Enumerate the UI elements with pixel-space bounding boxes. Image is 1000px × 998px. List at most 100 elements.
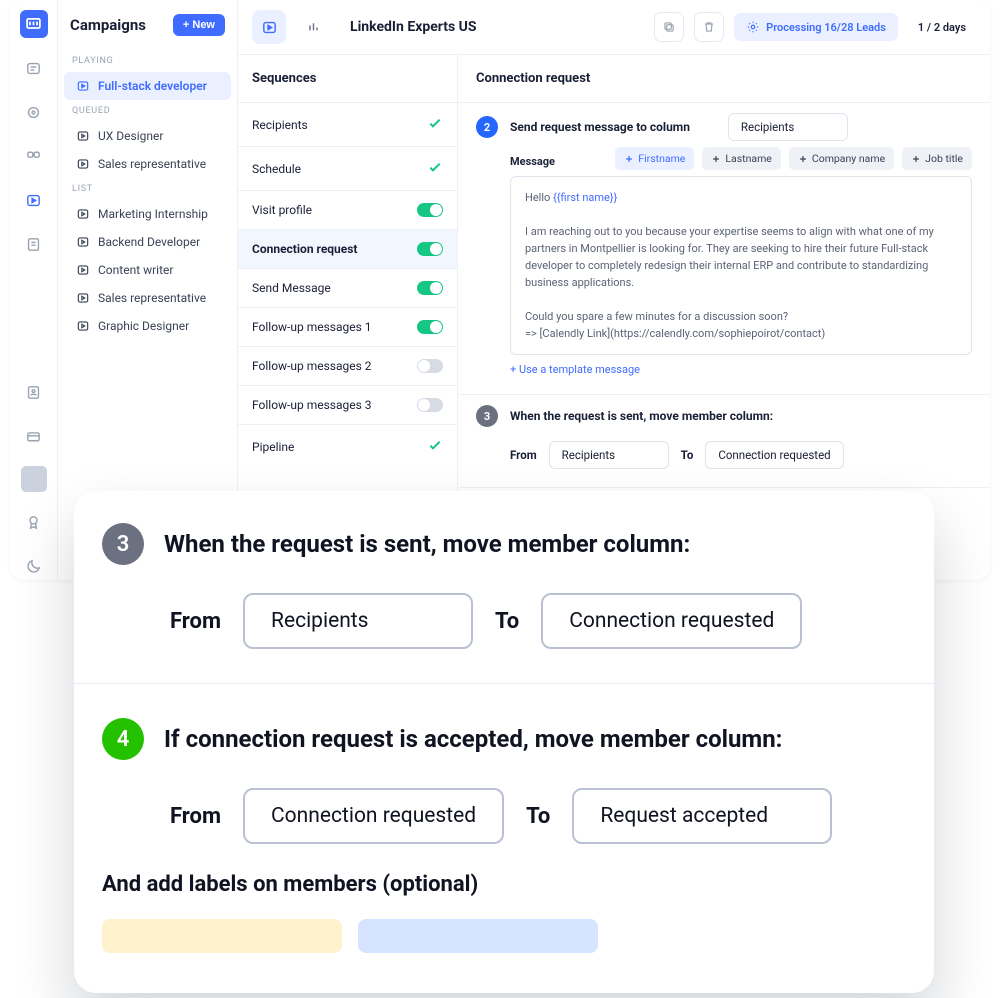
zoom-from-label: From bbox=[170, 609, 221, 634]
campaign-item-label: Marketing Internship bbox=[98, 207, 208, 221]
delete-button[interactable] bbox=[694, 12, 724, 42]
sequence-item[interactable]: Connection request bbox=[238, 229, 457, 268]
sequence-item-label: Connection request bbox=[252, 242, 358, 256]
variable-chips: Firstname Lastname Company name Job titl… bbox=[615, 147, 972, 170]
notes-icon[interactable] bbox=[20, 230, 48, 258]
step-3: 3 When the request is sent, move member … bbox=[458, 394, 990, 487]
campaign-item-backend[interactable]: Backend Developer bbox=[64, 228, 231, 256]
toggle[interactable] bbox=[417, 359, 443, 373]
campaign-item-marketing[interactable]: Marketing Internship bbox=[64, 200, 231, 228]
chip-firstname[interactable]: Firstname bbox=[615, 147, 694, 170]
zoom-from-field-4[interactable]: Connection requested bbox=[243, 788, 504, 844]
step-badge-2: 2 bbox=[476, 116, 498, 138]
sequence-item[interactable]: Follow-up messages 2 bbox=[238, 346, 457, 385]
toggle[interactable] bbox=[417, 203, 443, 217]
zoom-from-field-3[interactable]: Recipients bbox=[243, 593, 473, 649]
avatar[interactable] bbox=[21, 466, 47, 492]
from-label: From bbox=[510, 448, 537, 462]
zoom-step3-title: When the request is sent, move member co… bbox=[164, 530, 690, 558]
zoom-to-field-4[interactable]: Request accepted bbox=[572, 788, 832, 844]
campaign-item-label: Backend Developer bbox=[98, 235, 200, 249]
zoom-step-4: 4 If connection request is accepted, mov… bbox=[102, 718, 906, 760]
from-field[interactable]: Recipients bbox=[549, 441, 669, 469]
campaigns-icon[interactable] bbox=[20, 186, 48, 214]
sequence-item[interactable]: Visit profile bbox=[238, 190, 457, 229]
chip-company[interactable]: Company name bbox=[789, 147, 894, 170]
campaign-item-fullstack[interactable]: Full-stack developer bbox=[64, 72, 231, 100]
campaign-item-label: Graphic Designer bbox=[98, 319, 189, 333]
campaign-item-sales1[interactable]: Sales representative bbox=[64, 150, 231, 178]
sequence-item[interactable]: Schedule bbox=[238, 146, 457, 190]
check-icon bbox=[427, 115, 443, 134]
group-list-label: LIST bbox=[58, 178, 237, 200]
zoom-badge-3: 3 bbox=[102, 523, 144, 565]
sequence-item[interactable]: Pipeline bbox=[238, 424, 457, 468]
sequence-item-label: Visit profile bbox=[252, 203, 312, 217]
to-field[interactable]: Connection requested bbox=[705, 441, 843, 469]
step2-title: Send request message to column bbox=[510, 120, 690, 134]
zoom-step-3: 3 When the request is sent, move member … bbox=[102, 523, 906, 565]
sequence-item-label: Follow-up messages 1 bbox=[252, 320, 372, 334]
dark-mode-icon[interactable] bbox=[20, 552, 48, 580]
campaign-item-graphic[interactable]: Graphic Designer bbox=[64, 312, 231, 340]
zoom-to-label: To bbox=[495, 609, 519, 634]
sequences-heading: Sequences bbox=[238, 55, 457, 102]
sequence-item[interactable]: Follow-up messages 3 bbox=[238, 385, 457, 424]
sequence-item-label: Send Message bbox=[252, 281, 331, 295]
brand-logo-icon[interactable] bbox=[20, 10, 48, 38]
toggle[interactable] bbox=[417, 242, 443, 256]
toggle[interactable] bbox=[417, 398, 443, 412]
campaign-item-writer[interactable]: Content writer bbox=[64, 256, 231, 284]
zoom-badge-4: 4 bbox=[102, 718, 144, 760]
sequence-item-label: Recipients bbox=[252, 118, 308, 132]
step2-column-field[interactable]: Recipients bbox=[728, 113, 848, 141]
sequence-item-label: Pipeline bbox=[252, 440, 294, 454]
award-icon[interactable] bbox=[20, 508, 48, 536]
days-indicator: 1 / 2 days bbox=[908, 14, 976, 41]
group-playing-label: PLAYING bbox=[58, 50, 237, 72]
zoom-from-label-4: From bbox=[170, 804, 221, 829]
nav-rail bbox=[10, 0, 58, 580]
chip-lastname[interactable]: Lastname bbox=[702, 147, 781, 170]
detail-heading: Connection request bbox=[458, 55, 990, 102]
campaign-item-label: Sales representative bbox=[98, 157, 206, 171]
copy-button[interactable] bbox=[654, 12, 684, 42]
campaign-item-label: UX Designer bbox=[98, 129, 163, 143]
label-chip-blue[interactable] bbox=[358, 919, 598, 953]
sidebar-title: Campaigns bbox=[70, 16, 146, 34]
topbar: LinkedIn Experts US Processing 16/28 Lea… bbox=[238, 0, 990, 55]
target-icon[interactable] bbox=[20, 98, 48, 126]
campaign-item-label: Full-stack developer bbox=[98, 79, 207, 93]
campaign-title: LinkedIn Experts US bbox=[350, 19, 477, 35]
to-label: To bbox=[681, 448, 694, 462]
contacts-icon[interactable] bbox=[20, 378, 48, 406]
zoom-labels-title: And add labels on members (optional) bbox=[102, 872, 906, 897]
chip-jobtitle[interactable]: Job title bbox=[902, 147, 972, 170]
billing-icon[interactable] bbox=[20, 422, 48, 450]
label-chip-yellow[interactable] bbox=[102, 919, 342, 953]
use-template-link[interactable]: + Use a template message bbox=[510, 363, 972, 376]
sequence-item[interactable]: Send Message bbox=[238, 268, 457, 307]
zoom-to-label-4: To bbox=[526, 804, 550, 829]
tab-play-icon[interactable] bbox=[252, 10, 286, 44]
message-textarea[interactable]: Hello {{first name}} I am reaching out t… bbox=[510, 176, 972, 355]
check-icon bbox=[427, 437, 443, 456]
inbox-icon[interactable] bbox=[20, 54, 48, 82]
zoom-to-field-3[interactable]: Connection requested bbox=[541, 593, 802, 649]
sequence-item-label: Follow-up messages 3 bbox=[252, 398, 372, 412]
new-campaign-button[interactable]: + New bbox=[173, 14, 225, 36]
tab-analytics-icon[interactable] bbox=[296, 10, 330, 44]
toggle[interactable] bbox=[417, 281, 443, 295]
sequence-item-label: Schedule bbox=[252, 162, 301, 176]
sequence-item-label: Follow-up messages 2 bbox=[252, 359, 372, 373]
sequence-item[interactable]: Recipients bbox=[238, 102, 457, 146]
step-2: 2 Send request message to column Recipie… bbox=[458, 102, 990, 394]
team-icon[interactable] bbox=[20, 142, 48, 170]
processing-status: Processing 16/28 Leads bbox=[734, 13, 898, 41]
toggle[interactable] bbox=[417, 320, 443, 334]
campaign-item-ux[interactable]: UX Designer bbox=[64, 122, 231, 150]
step-badge-3: 3 bbox=[476, 405, 498, 427]
message-label: Message bbox=[510, 155, 555, 168]
campaign-item-sales2[interactable]: Sales representative bbox=[64, 284, 231, 312]
sequence-item[interactable]: Follow-up messages 1 bbox=[238, 307, 457, 346]
